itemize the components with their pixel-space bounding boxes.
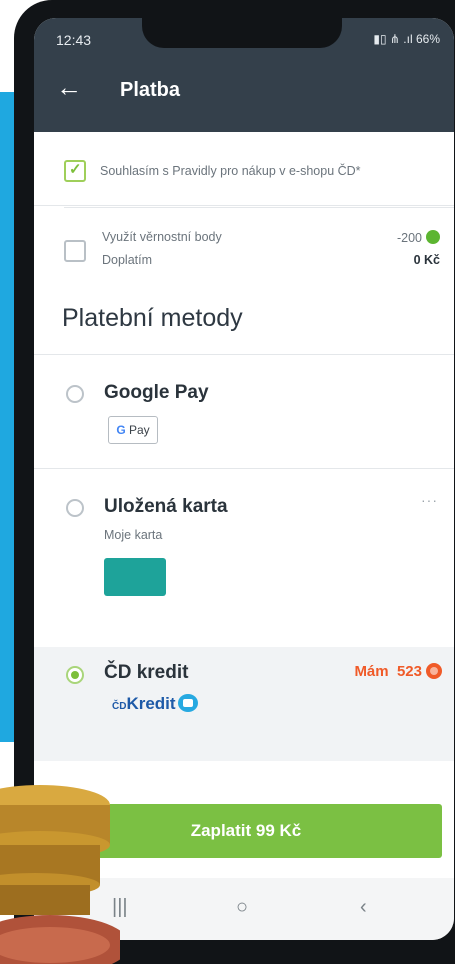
cd-kredit-radio[interactable]	[66, 666, 84, 684]
camera-notch	[142, 18, 342, 48]
points-amount: -200	[396, 231, 422, 245]
green-coin-icon	[426, 230, 440, 244]
saved-card-radio[interactable]	[66, 499, 84, 517]
g-letter: G	[116, 423, 126, 437]
surcharge-value: 0 Kč	[413, 253, 440, 267]
loyalty-points-row[interactable]: Využít věrnostní body Doplatím -200 0 Kč	[64, 207, 454, 293]
loyalty-checkbox[interactable]	[64, 240, 86, 262]
cd-logo-prefix: ČD	[112, 701, 127, 712]
terms-checkbox[interactable]: ✓	[64, 160, 86, 182]
app-bar: ← Platba	[34, 52, 454, 132]
check-icon: ✓	[69, 161, 82, 178]
terms-label: Souhlasím s Pravidly pro nákup v e-shopu…	[100, 164, 361, 178]
loyalty-points-value: -200	[397, 230, 440, 245]
status-time: 12:43	[56, 32, 92, 48]
coins-stack-image	[0, 785, 120, 964]
pay-text: Pay	[129, 423, 150, 437]
saved-card-subtitle: Moje karta	[104, 528, 163, 542]
loyalty-label: Využít věrnostní body	[102, 230, 222, 244]
payment-methods-title: Platební metody	[62, 304, 243, 332]
more-options-icon[interactable]: ···	[421, 492, 438, 508]
home-icon[interactable]: ○	[236, 896, 248, 919]
status-icons: ▮▯ ⋔ .ıl 66%	[373, 32, 440, 46]
surcharge-label: Doplatím	[102, 253, 153, 267]
orange-coin-icon	[426, 663, 442, 679]
google-pay-logo: G Pay	[108, 416, 158, 444]
terms-agreement-row[interactable]: ✓ Souhlasím s Pravidly pro nákup v e-sho…	[34, 134, 454, 206]
wallet-icon	[177, 694, 198, 712]
divider	[34, 354, 454, 355]
page-title: Platba	[120, 79, 181, 101]
kredit-logo-text: Kredit	[126, 694, 176, 713]
saved-card-name: Uložená karta	[104, 496, 228, 517]
credit-balance: Mám 523	[354, 663, 442, 680]
arrow-left-icon[interactable]: ←	[56, 72, 82, 103]
balance-label: Mám	[354, 663, 389, 680]
cd-kredit-name: ČD kredit	[104, 662, 189, 683]
back-icon[interactable]: ‹	[360, 896, 367, 919]
google-pay-radio[interactable]	[66, 385, 84, 403]
card-thumbnail	[104, 558, 166, 596]
divider	[34, 468, 454, 469]
google-pay-name: Google Pay	[104, 382, 209, 403]
cd-kredit-logo: ČDKredit	[112, 694, 198, 714]
balance-value: 523	[396, 663, 422, 680]
